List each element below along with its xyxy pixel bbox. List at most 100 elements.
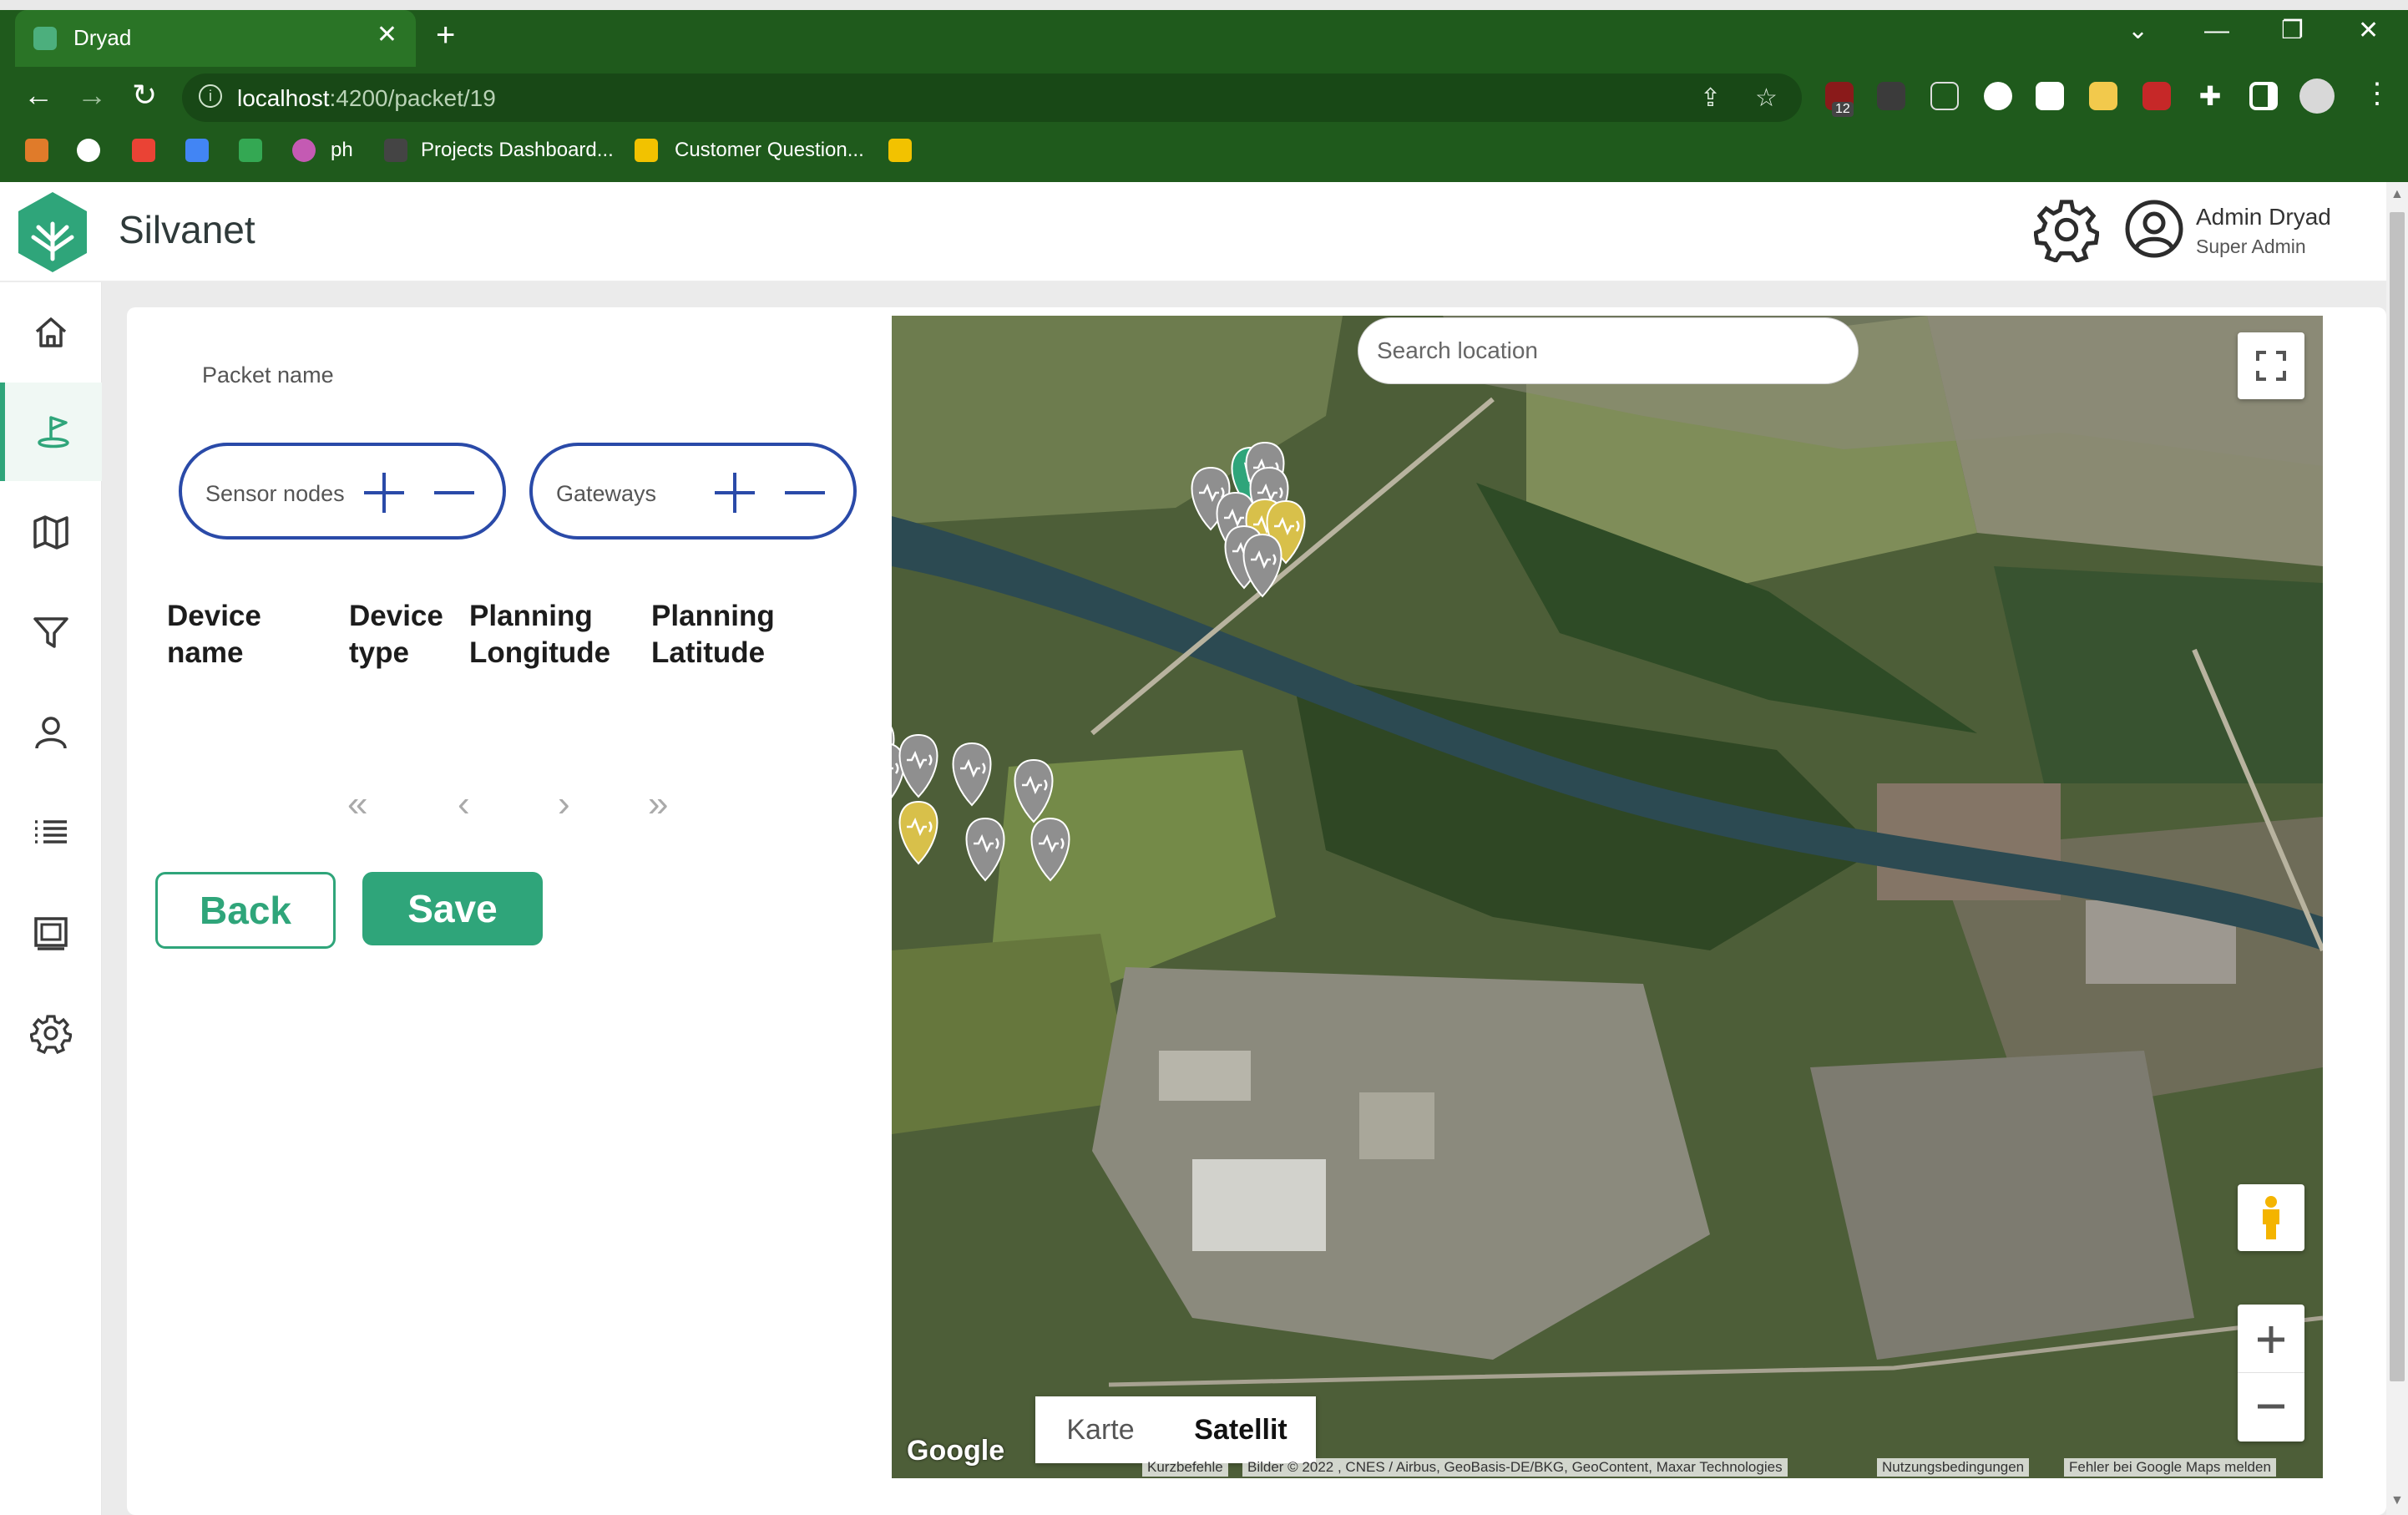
- column-header-line: Longitude: [469, 636, 611, 669]
- github-bookmark-icon[interactable]: [77, 139, 100, 162]
- google-logo[interactable]: Google: [907, 1435, 1004, 1467]
- projects-bookmark-icon[interactable]: [384, 139, 407, 162]
- column-header-line: Planning: [469, 600, 593, 632]
- bookmark-star-icon[interactable]: ☆: [1755, 84, 1778, 113]
- add-gateway-plus-icon[interactable]: [711, 469, 758, 516]
- map-type-satellit-button[interactable]: Satellit: [1166, 1396, 1316, 1463]
- terms-link[interactable]: Nutzungsbedingungen: [1877, 1458, 2030, 1477]
- street-view-pegman[interactable]: [2238, 1184, 2304, 1251]
- map-type-karte-button[interactable]: Karte: [1035, 1396, 1166, 1463]
- miro-bookmark-icon[interactable]: [635, 139, 658, 162]
- sensor-node-marker[interactable]: [1014, 758, 1054, 823]
- column-header-line: name: [167, 636, 244, 669]
- report-error-link[interactable]: Fehler bei Google Maps melden: [2064, 1458, 2276, 1477]
- zoom-in-button[interactable]: [2238, 1306, 2304, 1373]
- sensor-node-marker[interactable]: [1030, 817, 1070, 882]
- reload-icon[interactable]: ↻: [132, 80, 157, 110]
- column-header-line: Device: [349, 600, 443, 632]
- back-arrow-icon[interactable]: ←: [23, 80, 53, 110]
- column-header-line: type: [349, 636, 409, 669]
- zoom-in-plus-icon: [2258, 1325, 2284, 1353]
- bookmark-customer-question[interactable]: Customer Question...: [675, 139, 864, 162]
- remove-gateway-minus-icon[interactable]: [782, 469, 828, 516]
- angular-extension-icon[interactable]: [2142, 82, 2171, 110]
- column-header-planning-latitude: Planning Latitude: [651, 598, 775, 671]
- bookmark-ph[interactable]: ph: [331, 139, 353, 162]
- sidebar-item-list[interactable]: [0, 783, 102, 882]
- hotjar-extension-icon[interactable]: [2036, 82, 2064, 110]
- restore-icon[interactable]: ❐: [2281, 18, 2304, 43]
- sidebar-item-home[interactable]: [0, 283, 102, 382]
- minimize-icon[interactable]: —: [2204, 18, 2229, 43]
- tab-close-icon[interactable]: ✕: [377, 20, 397, 49]
- gmail-bookmark-icon[interactable]: [132, 139, 155, 162]
- pen-extension-icon[interactable]: [1930, 82, 1959, 110]
- map-view[interactable]: Karte Satellit Google Kurzbefehle Bilder…: [892, 316, 2323, 1478]
- settings-gear-icon[interactable]: [2034, 197, 2099, 262]
- share-icon[interactable]: ⇪: [1700, 84, 1721, 113]
- packet-name-input[interactable]: Packet name: [202, 362, 334, 388]
- url-text[interactable]: localhost:4200/packet/19: [237, 85, 496, 112]
- silvanet-logo-icon[interactable]: [15, 190, 90, 274]
- page-scrollbar[interactable]: ▲ ▼: [2386, 182, 2408, 1515]
- map-search-input[interactable]: [1358, 317, 1859, 384]
- first-page-icon[interactable]: «: [347, 783, 367, 825]
- user-avatar-icon[interactable]: [2124, 199, 2184, 259]
- profile-avatar-icon[interactable]: [2299, 79, 2335, 114]
- drive-bookmark-icon[interactable]: [239, 139, 262, 162]
- glasses-extension-icon[interactable]: [1877, 82, 1905, 110]
- address-bar[interactable]: i localhost:4200/packet/19 ⇪ ☆: [182, 73, 1802, 122]
- last-page-icon[interactable]: »: [648, 783, 668, 825]
- sensor-node-marker[interactable]: [952, 742, 992, 807]
- user-role: Super Admin: [2196, 236, 2306, 257]
- extension-badge: 12: [1832, 102, 1854, 117]
- map-icon: [33, 515, 68, 550]
- calendar-bookmark-icon[interactable]: [185, 139, 209, 162]
- pegman-icon: [2263, 1196, 2279, 1239]
- add-sensor-node-plus-icon[interactable]: [361, 469, 407, 516]
- scroll-thumb[interactable]: [2390, 212, 2405, 1381]
- scroll-up-arrow-icon[interactable]: ▲: [2390, 187, 2404, 202]
- window-close-icon[interactable]: ✕: [2358, 18, 2379, 43]
- password-extension-icon[interactable]: [1984, 82, 2012, 110]
- sensor-node-marker[interactable]: [898, 800, 938, 865]
- sidepanel-icon[interactable]: [2249, 82, 2278, 110]
- new-tab-icon[interactable]: +: [436, 18, 455, 52]
- fullscreen-button[interactable]: [2238, 332, 2304, 399]
- sidebar-item-gallery[interactable]: [0, 884, 102, 982]
- tab-search-chevron-icon[interactable]: ⌄: [2127, 18, 2148, 43]
- gateways-control: Gateways: [529, 443, 857, 540]
- forward-arrow-icon[interactable]: →: [77, 80, 107, 110]
- sensor-node-marker[interactable]: [1242, 533, 1282, 598]
- keyboard-shortcuts-link[interactable]: Kurzbefehle: [1142, 1458, 1228, 1477]
- sidebar-item-users[interactable]: [0, 683, 102, 782]
- previous-page-icon[interactable]: ‹: [458, 783, 470, 825]
- sidebar-item-map[interactable]: [0, 483, 102, 581]
- bookmark-projects-dashboard[interactable]: Projects Dashboard...: [421, 139, 614, 162]
- sensor-node-marker[interactable]: [898, 733, 938, 798]
- ph-bookmark-icon[interactable]: [292, 139, 316, 162]
- list-icon: [35, 820, 67, 844]
- imagery-attribution: Bilder © 2022 , CNES / Airbus, GeoBasis-…: [1242, 1458, 1788, 1477]
- user-name[interactable]: Admin Dryad: [2196, 204, 2331, 231]
- browser-tab[interactable]: Dryad ✕: [15, 10, 416, 67]
- save-button[interactable]: Save: [362, 872, 543, 945]
- stackoverflow-bookmark-icon[interactable]: [25, 139, 48, 162]
- chrome-menu-icon[interactable]: ⋮: [2363, 77, 2391, 110]
- back-button[interactable]: Back: [155, 872, 336, 949]
- sidebar-item-deployment[interactable]: [0, 383, 102, 481]
- next-page-icon[interactable]: ›: [558, 783, 570, 825]
- sensor-node-marker[interactable]: [965, 817, 1005, 882]
- map-type-control: Karte Satellit: [1035, 1396, 1316, 1463]
- remove-sensor-node-minus-icon[interactable]: [431, 469, 478, 516]
- zoom-out-button[interactable]: [2238, 1373, 2304, 1440]
- folder-bookmark-icon[interactable]: [888, 139, 912, 162]
- site-info-icon[interactable]: i: [199, 84, 222, 108]
- extensions-puzzle-icon[interactable]: ✚: [2196, 82, 2224, 110]
- sidebar-item-settings[interactable]: [0, 984, 102, 1082]
- scroll-down-arrow-icon[interactable]: ▼: [2390, 1493, 2404, 1508]
- column-header-line: Latitude: [651, 636, 766, 669]
- emoji-extension-icon[interactable]: [2089, 82, 2117, 110]
- sensor-nodes-label: Sensor nodes: [205, 481, 345, 506]
- sidebar-item-filter[interactable]: [0, 583, 102, 681]
